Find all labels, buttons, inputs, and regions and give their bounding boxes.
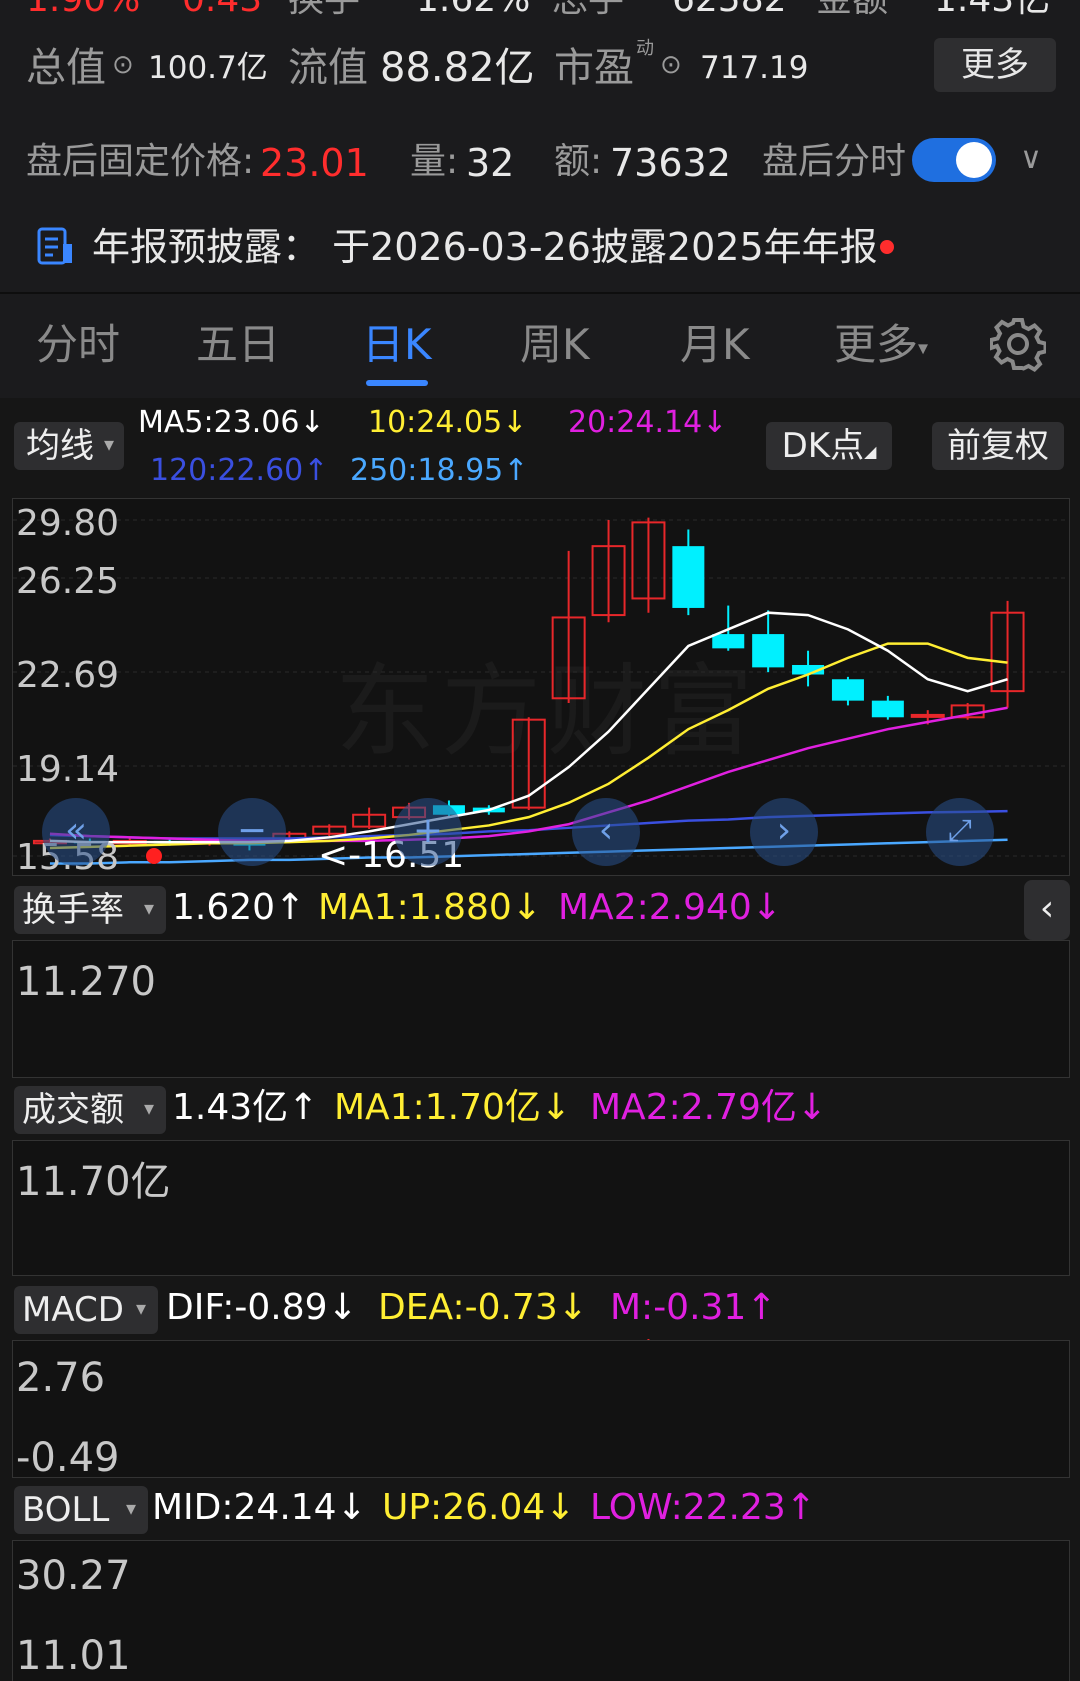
y-tick-4: 19.14	[16, 749, 120, 790]
indicator-selector-boll[interactable]: BOLL ▾	[14, 1486, 148, 1534]
marker-dot	[146, 848, 162, 864]
amount-current: 1.43亿↑	[172, 1087, 319, 1128]
macd-m: M:-0.31↑	[610, 1287, 777, 1328]
macd-panel[interactable]	[12, 1340, 1070, 1478]
zoom-in-button[interactable]: +	[394, 798, 462, 866]
scroll-start-button[interactable]: «	[42, 798, 110, 866]
candle-body	[712, 634, 745, 649]
fullscreen-button[interactable]: ⤢	[926, 798, 994, 866]
boll-selector-label: BOLL	[22, 1490, 110, 1530]
macd-axis-min: -0.49	[16, 1435, 120, 1481]
turnover-ma2: MA2:2.940↓	[558, 887, 782, 928]
turnover-axis-max: 11.270	[16, 959, 156, 1005]
amount-ma2: MA2:2.79亿↓	[590, 1087, 828, 1128]
caret-down-icon: ▾	[144, 1096, 155, 1120]
turnover-ma1: MA1:1.880↓	[318, 887, 542, 928]
candle-body	[910, 713, 945, 718]
candle-body	[752, 634, 785, 668]
y-tick-2: 26.25	[16, 561, 120, 602]
amount-axis-max: 11.70亿	[16, 1159, 171, 1205]
ma120-line	[49, 809, 1008, 840]
indicator-selector-turnover[interactable]: 换手率 ▾	[14, 886, 166, 934]
collapse-panel-button[interactable]: ‹	[1024, 880, 1070, 940]
amount-panel[interactable]	[12, 1140, 1070, 1276]
boll-mid: MID:24.14↓	[152, 1487, 367, 1528]
amount-ma1: MA1:1.70亿↓	[334, 1087, 572, 1128]
y-tick-3: 22.69	[16, 655, 120, 696]
turnover-selector-label: 换手率	[22, 890, 124, 930]
caret-down-icon: ▾	[126, 1496, 137, 1520]
zoom-out-button[interactable]: −	[218, 798, 286, 866]
y-tick-1: 29.80	[16, 503, 120, 544]
macd-selector-label: MACD	[22, 1290, 124, 1330]
macd-axis-max: 2.76	[16, 1355, 106, 1401]
scroll-left-button[interactable]: ‹	[572, 798, 640, 866]
turnover-panel[interactable]	[12, 940, 1070, 1078]
boll-up: UP:26.04↓	[382, 1487, 576, 1528]
candle-body	[871, 700, 904, 718]
boll-panel[interactable]	[12, 1540, 1070, 1681]
caret-down-icon: ▾	[136, 1296, 147, 1320]
macd-dea: DEA:-0.73↓	[378, 1287, 588, 1328]
boll-low: LOW:22.23↑	[590, 1487, 816, 1528]
indicator-selector-amount[interactable]: 成交额 ▾	[14, 1086, 166, 1134]
candle-body	[831, 679, 864, 701]
indicator-selector-macd[interactable]: MACD ▾	[14, 1286, 158, 1334]
amount-selector-label: 成交额	[22, 1090, 124, 1130]
candle-body	[672, 546, 705, 608]
boll-axis-max: 30.27	[16, 1553, 131, 1599]
scroll-right-button[interactable]: ›	[750, 798, 818, 866]
macd-dif: DIF:-0.89↓	[166, 1287, 358, 1328]
caret-down-icon: ▾	[144, 896, 155, 920]
turnover-current: 1.620↑	[172, 887, 306, 928]
boll-axis-min: 11.01	[16, 1633, 131, 1679]
